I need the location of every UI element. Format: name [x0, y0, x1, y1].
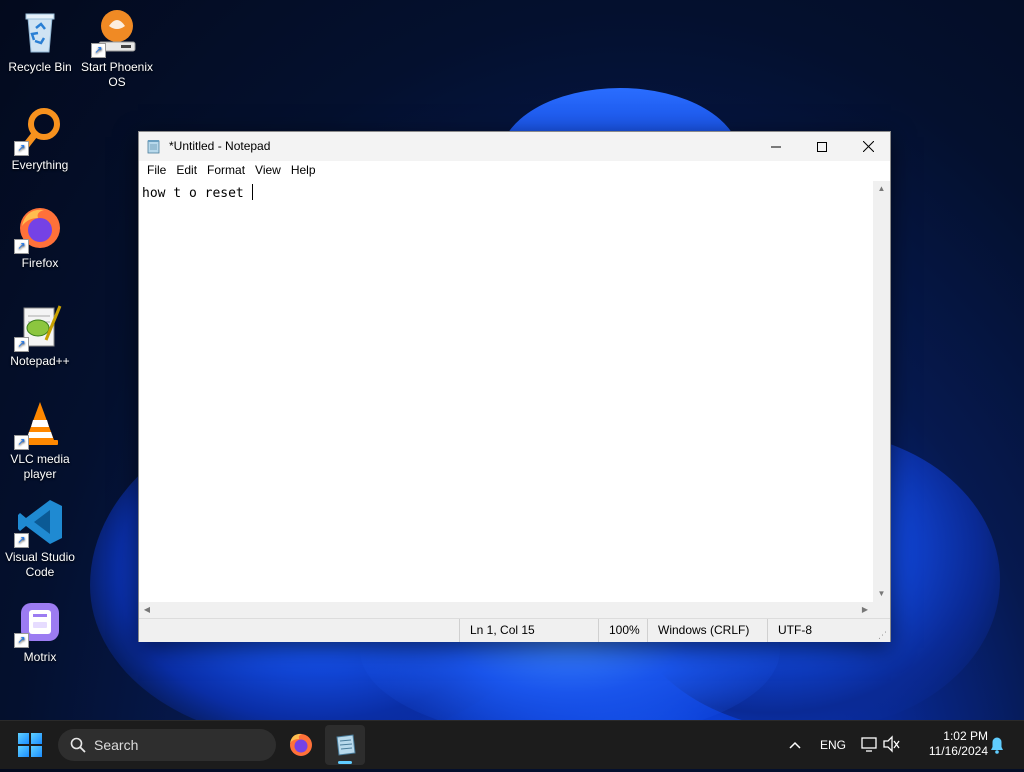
motrix-icon: ↗ — [14, 598, 64, 648]
menu-format[interactable]: Format — [202, 161, 250, 181]
desktop-icon-motrix[interactable]: ↗ Motrix — [0, 598, 80, 665]
desktop-icon-firefox[interactable]: ↗ Firefox — [0, 204, 80, 271]
scroll-left-arrow-icon[interactable]: ◀ — [139, 602, 155, 618]
scroll-right-arrow-icon[interactable]: ▶ — [857, 602, 873, 618]
shortcut-arrow-icon: ↗ — [14, 337, 29, 352]
windows-logo-icon — [18, 746, 29, 757]
windows-logo-icon — [31, 733, 42, 744]
desktop-icon-label: VLC media player — [10, 452, 70, 481]
shortcut-arrow-icon: ↗ — [14, 533, 29, 548]
status-line-ending: Windows (CRLF) — [647, 619, 766, 642]
desktop-icon-recycle-bin[interactable]: Recycle Bin — [0, 8, 80, 75]
taskbar: Search ENG 1:02 PM 11/16/2024 — [0, 720, 1024, 769]
desktop-icon-label: Notepad++ — [10, 354, 70, 368]
desktop-icon-label: Start Phoenix OS — [80, 60, 154, 89]
taskbar-app-firefox[interactable] — [281, 725, 321, 765]
chevron-up-icon — [789, 741, 801, 749]
desktop-icon-vscode[interactable]: ↗ Visual Studio Code — [0, 498, 80, 580]
notepad-app-icon — [147, 140, 160, 154]
system-clock[interactable]: 1:02 PM 11/16/2024 — [912, 729, 988, 759]
desktop-icon-label: Visual Studio Code — [5, 550, 75, 579]
menu-bar: File Edit Format View Help — [139, 161, 890, 181]
start-button[interactable] — [18, 733, 42, 757]
notepad-window[interactable]: *Untitled - Notepad File Edit Format Vie… — [138, 131, 891, 642]
horizontal-scrollbar[interactable]: ◀ ▶ — [139, 602, 873, 618]
active-app-indicator — [338, 761, 352, 764]
scroll-down-arrow-icon[interactable]: ▼ — [873, 586, 890, 602]
notepad-app-icon — [336, 734, 356, 756]
title-bar[interactable]: *Untitled - Notepad — [139, 132, 890, 161]
taskbar-search-box[interactable]: Search — [58, 729, 276, 761]
status-cursor-position: Ln 1, Col 15 — [459, 619, 596, 642]
search-label: Search — [94, 737, 139, 753]
close-button[interactable] — [845, 132, 891, 161]
bell-icon — [991, 737, 1003, 754]
windows-logo-icon — [18, 733, 29, 744]
shortcut-arrow-icon: ↗ — [14, 141, 29, 156]
notepad-plus-plus-icon: ↗ — [14, 302, 64, 352]
notifications-button[interactable] — [986, 721, 1008, 769]
network-volume-tray[interactable] — [858, 721, 902, 769]
desktop-icon-label: Everything — [11, 158, 69, 172]
window-title: *Untitled - Notepad — [169, 139, 271, 153]
network-icon — [861, 735, 900, 753]
desktop-icon-vlc[interactable]: ↗ VLC media player — [0, 400, 80, 482]
text-editor-area[interactable]: how t o reset — [139, 181, 873, 602]
close-icon — [862, 141, 874, 152]
desktop-icon-start-phoenix-os[interactable]: ↗ Start Phoenix OS — [77, 8, 157, 90]
search-icon — [70, 737, 86, 753]
shortcut-arrow-icon: ↗ — [14, 435, 29, 450]
maximize-icon — [817, 141, 827, 152]
resize-grip-icon[interactable]: ⋰ — [878, 630, 888, 640]
minimize-button[interactable] — [753, 132, 799, 161]
shortcut-arrow-icon: ↗ — [91, 43, 106, 58]
phoenix-os-icon: ↗ — [91, 8, 141, 58]
firefox-icon: ↗ — [14, 204, 64, 254]
status-zoom: 100% — [598, 619, 649, 642]
scroll-up-arrow-icon[interactable]: ▲ — [873, 181, 890, 197]
menu-file[interactable]: File — [142, 161, 171, 181]
shortcut-arrow-icon: ↗ — [14, 633, 29, 648]
desktop-icon-everything[interactable]: ↗ Everything — [0, 106, 80, 173]
desktop-icon-label: Recycle Bin — [8, 60, 72, 74]
vlc-icon: ↗ — [14, 400, 64, 450]
text-caret — [251, 184, 253, 200]
language-indicator[interactable]: ENG — [814, 721, 852, 769]
menu-edit[interactable]: Edit — [171, 161, 202, 181]
clock-time: 1:02 PM — [943, 729, 988, 743]
everything-search-icon: ↗ — [14, 106, 64, 156]
vertical-scrollbar[interactable]: ▲ ▼ — [873, 181, 890, 602]
taskbar-app-notepad[interactable] — [325, 725, 365, 765]
status-bar: Ln 1, Col 15 100% Windows (CRLF) UTF-8 ⋰ — [139, 618, 890, 642]
editor-text-line: how t o reset — [142, 184, 253, 201]
maximize-button[interactable] — [799, 132, 845, 161]
minimize-icon — [771, 146, 781, 147]
desktop-icon-notepad-plus-plus[interactable]: ↗ Notepad++ — [0, 302, 80, 369]
show-hidden-icons-button[interactable] — [784, 721, 806, 769]
desktop-icon-label: Motrix — [23, 650, 57, 664]
firefox-icon — [290, 733, 312, 756]
shortcut-arrow-icon: ↗ — [14, 239, 29, 254]
status-encoding: UTF-8 — [767, 619, 878, 642]
windows-logo-icon — [31, 746, 42, 757]
desktop-icon-label: Firefox — [21, 256, 59, 270]
vscode-icon: ↗ — [14, 498, 64, 548]
scrollbar-corner — [873, 602, 890, 618]
clock-date: 11/16/2024 — [928, 744, 988, 758]
recycle-bin-icon — [16, 8, 64, 56]
menu-view[interactable]: View — [250, 161, 286, 181]
editor-content: how t o reset — [142, 186, 252, 201]
menu-help[interactable]: Help — [286, 161, 321, 181]
